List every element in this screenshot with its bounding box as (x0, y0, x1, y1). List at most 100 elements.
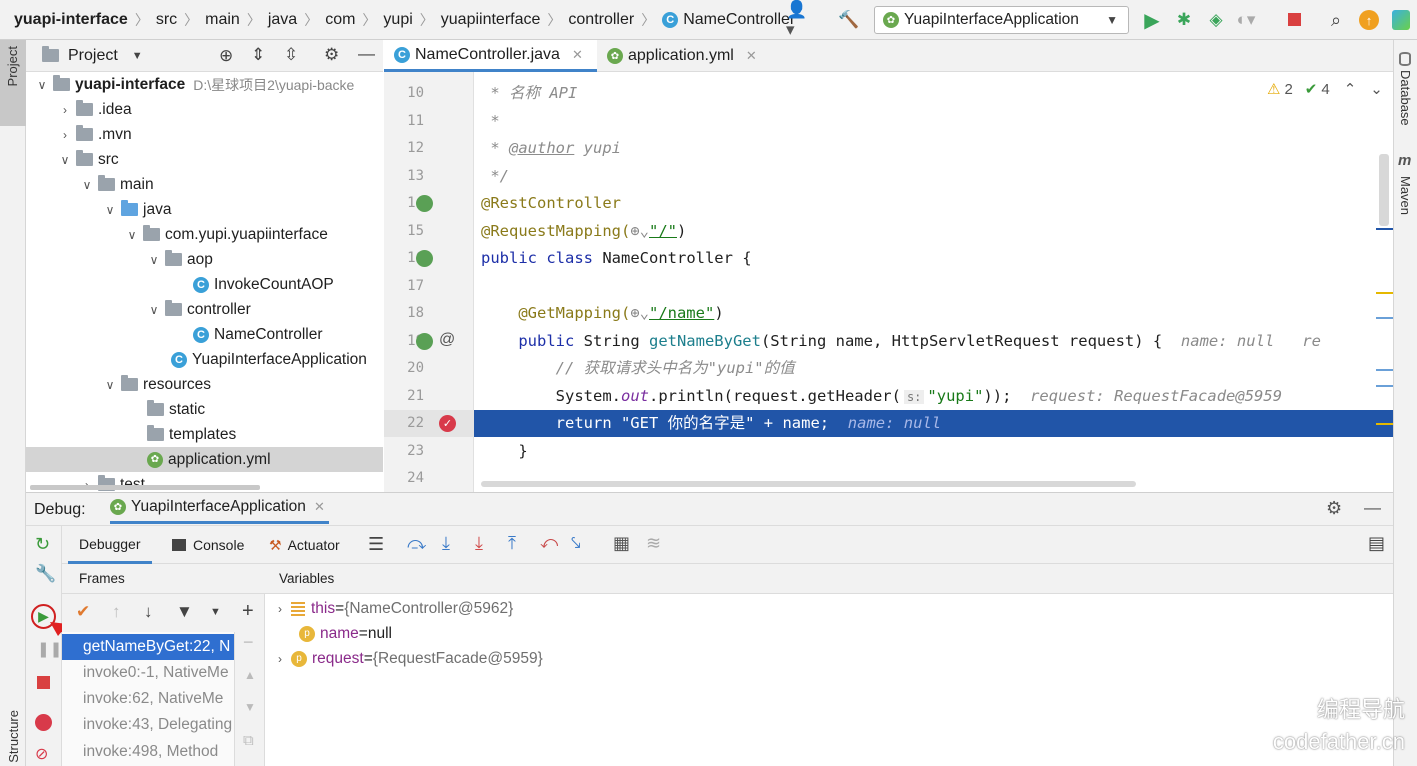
run-to-cursor-icon[interactable]: ⤥ (571, 533, 581, 553)
duplicate-icon[interactable]: ⧉ (243, 732, 254, 749)
chevron-down-icon[interactable]: ∨ (103, 203, 117, 217)
tab-debugger[interactable]: Debugger (68, 526, 152, 564)
tree-item-project-root[interactable]: ∨ yuapi-interface D:\星球项目2\yuapi-backe (26, 72, 383, 97)
horizontal-scrollbar[interactable] (30, 485, 260, 490)
breadcrumb-yupi[interactable]: yupi (383, 11, 412, 29)
rerun-icon[interactable]: ↻ (35, 534, 50, 555)
structure-tool-button[interactable]: Structure (6, 710, 21, 763)
collapse-all-icon[interactable]: ⇳ (284, 45, 298, 65)
chevron-down-icon[interactable]: ▼ (210, 606, 221, 618)
tree-item-resources[interactable]: ∨ resources (26, 372, 383, 397)
annotation-at-icon[interactable]: @ (439, 331, 455, 349)
step-into-icon[interactable]: ⤓ (442, 533, 450, 554)
debug-session-tab[interactable]: ✿ YuapiInterfaceApplication ✕ (110, 493, 329, 524)
step-out-icon[interactable]: ⤒ (508, 533, 516, 554)
chevron-up-icon[interactable]: ⌃ (1344, 80, 1357, 98)
tree-item-templates[interactable]: templates (26, 422, 383, 447)
chevron-right-icon[interactable]: › (273, 602, 287, 616)
breadcrumb-src[interactable]: src (156, 11, 177, 29)
close-icon[interactable]: ✕ (314, 499, 325, 515)
drop-frame-icon[interactable]: ⤺ (540, 533, 558, 553)
code-editor[interactable]: * 名称 API * * @author yupi */ @RestContro… (474, 72, 1393, 492)
frame-item[interactable]: getNameByGet:22, N (62, 634, 234, 660)
spring-endpoint-gutter-icon[interactable] (416, 333, 433, 350)
breadcrumb-controller[interactable]: controller (568, 11, 634, 29)
locate-crosshair-icon[interactable]: ⊕ (219, 46, 233, 66)
debug-bug-icon[interactable]: ✱ (1170, 6, 1198, 34)
tree-item-java[interactable]: ∨ java (26, 197, 383, 222)
variable-row[interactable]: › this = {NameController@5962} (273, 596, 513, 621)
gear-icon[interactable]: ⚙ (324, 45, 339, 65)
arrow-down-icon[interactable]: ↓ (144, 602, 153, 622)
vertical-scrollbar[interactable] (1379, 154, 1389, 226)
chevron-down-icon[interactable]: ∨ (58, 153, 72, 167)
spring-bean-gutter-icon[interactable] (416, 195, 433, 212)
project-tool-button[interactable]: Project (0, 40, 26, 126)
tree-item-controller[interactable]: ∨ controller (26, 297, 383, 322)
force-step-into-icon[interactable]: ⤓ (475, 533, 483, 554)
evaluate-expression-icon[interactable]: ▦ (613, 533, 630, 554)
view-breakpoints-icon[interactable] (35, 714, 52, 731)
tree-item-invokecountaop[interactable]: C InvokeCountAOP (26, 272, 383, 297)
run-configuration-select[interactable]: ✿ YuapiInterfaceApplication ▼ (874, 6, 1129, 34)
chevron-right-icon[interactable]: › (58, 103, 72, 117)
filter-icon[interactable]: ▼ (176, 602, 193, 622)
tab-application-yml[interactable]: ✿ application.yml ✕ (597, 40, 767, 72)
chevron-right-icon[interactable]: › (273, 652, 287, 666)
move-up-icon[interactable]: ▲ (244, 668, 256, 682)
breadcrumb-namecontroller[interactable]: NameController (683, 11, 795, 29)
menu-lines-icon[interactable]: ☰ (368, 534, 384, 555)
project-panel-title[interactable]: Project (68, 47, 118, 65)
close-icon[interactable]: ✕ (746, 48, 757, 64)
expand-all-icon[interactable]: ⇕ (251, 45, 265, 65)
variable-row[interactable]: › p request = {RequestFacade@5959} (273, 646, 543, 671)
breakpoint-icon[interactable]: ✓ (439, 415, 456, 432)
tab-namecontroller-java[interactable]: C NameController.java ✕ (384, 40, 597, 72)
stop-icon[interactable] (1288, 13, 1301, 26)
update-icon[interactable]: ↑ (1359, 10, 1379, 30)
gear-icon[interactable]: ⚙ (1326, 498, 1342, 519)
tree-item-application-yml[interactable]: ✿ application.yml (26, 447, 383, 472)
chevron-right-icon[interactable]: › (58, 128, 72, 142)
tree-item-idea[interactable]: › .idea (26, 97, 383, 122)
check-icon[interactable]: ✔ (76, 602, 90, 622)
add-watch-icon[interactable]: + (242, 600, 254, 623)
chevron-down-icon[interactable]: ▼ (132, 50, 143, 62)
breadcrumb-project[interactable]: yuapi-interface (14, 11, 128, 29)
tree-item-main[interactable]: ∨ main (26, 172, 383, 197)
arrow-up-icon[interactable]: ↑ (112, 602, 121, 622)
remove-watch-icon[interactable]: − (243, 632, 254, 653)
chevron-down-icon[interactable]: ⌄ (1370, 80, 1383, 98)
tree-item-static[interactable]: static (26, 397, 383, 422)
hide-panel-icon[interactable]: — (358, 44, 375, 64)
maven-tool-button[interactable]: Maven (1398, 176, 1413, 215)
chevron-down-icon[interactable]: ∨ (35, 78, 49, 92)
tab-console[interactable]: Console (172, 526, 244, 564)
tree-item-src[interactable]: ∨ src (26, 147, 383, 172)
profile-icon[interactable]: ◐▾ (1232, 6, 1260, 34)
breadcrumb-main[interactable]: main (205, 11, 240, 29)
close-icon[interactable]: ✕ (572, 47, 583, 63)
hide-panel-icon[interactable]: — (1364, 498, 1381, 518)
tree-item-application-class[interactable]: C YuapiInterfaceApplication (26, 347, 383, 372)
step-over-icon[interactable]: ⤼ (407, 533, 426, 554)
run-icon[interactable]: ▶ (1138, 6, 1166, 34)
chevron-down-icon[interactable]: ∨ (147, 303, 161, 317)
tab-actuator[interactable]: ⚒ Actuator (269, 526, 340, 564)
inspection-widget[interactable]: ⚠ 2 ✔ 4 ⌃ ⌄ (1267, 80, 1383, 98)
breadcrumb-com[interactable]: com (325, 11, 355, 29)
tree-item-package[interactable]: ∨ com.yupi.yuapiinterface (26, 222, 383, 247)
frame-item[interactable]: invoke:498, Method (62, 739, 234, 765)
coverage-icon[interactable]: ◈ (1202, 6, 1230, 34)
mute-breakpoints-icon[interactable]: ⊘ (35, 744, 48, 764)
database-tool-button[interactable]: Database (1398, 70, 1413, 126)
breadcrumb-java[interactable]: java (268, 11, 297, 29)
variable-row[interactable]: p name = null (299, 621, 392, 646)
chevron-down-icon[interactable]: ∨ (80, 178, 94, 192)
search-icon[interactable]: ⌕ (1322, 6, 1350, 34)
frame-item[interactable]: invoke0:-1, NativeMe (62, 660, 234, 686)
wrench-icon[interactable]: 🔧 (35, 564, 56, 584)
move-down-icon[interactable]: ▼ (244, 700, 256, 714)
layout-settings-icon[interactable]: ▤ (1368, 533, 1385, 554)
chevron-down-icon[interactable]: ∨ (103, 378, 117, 392)
